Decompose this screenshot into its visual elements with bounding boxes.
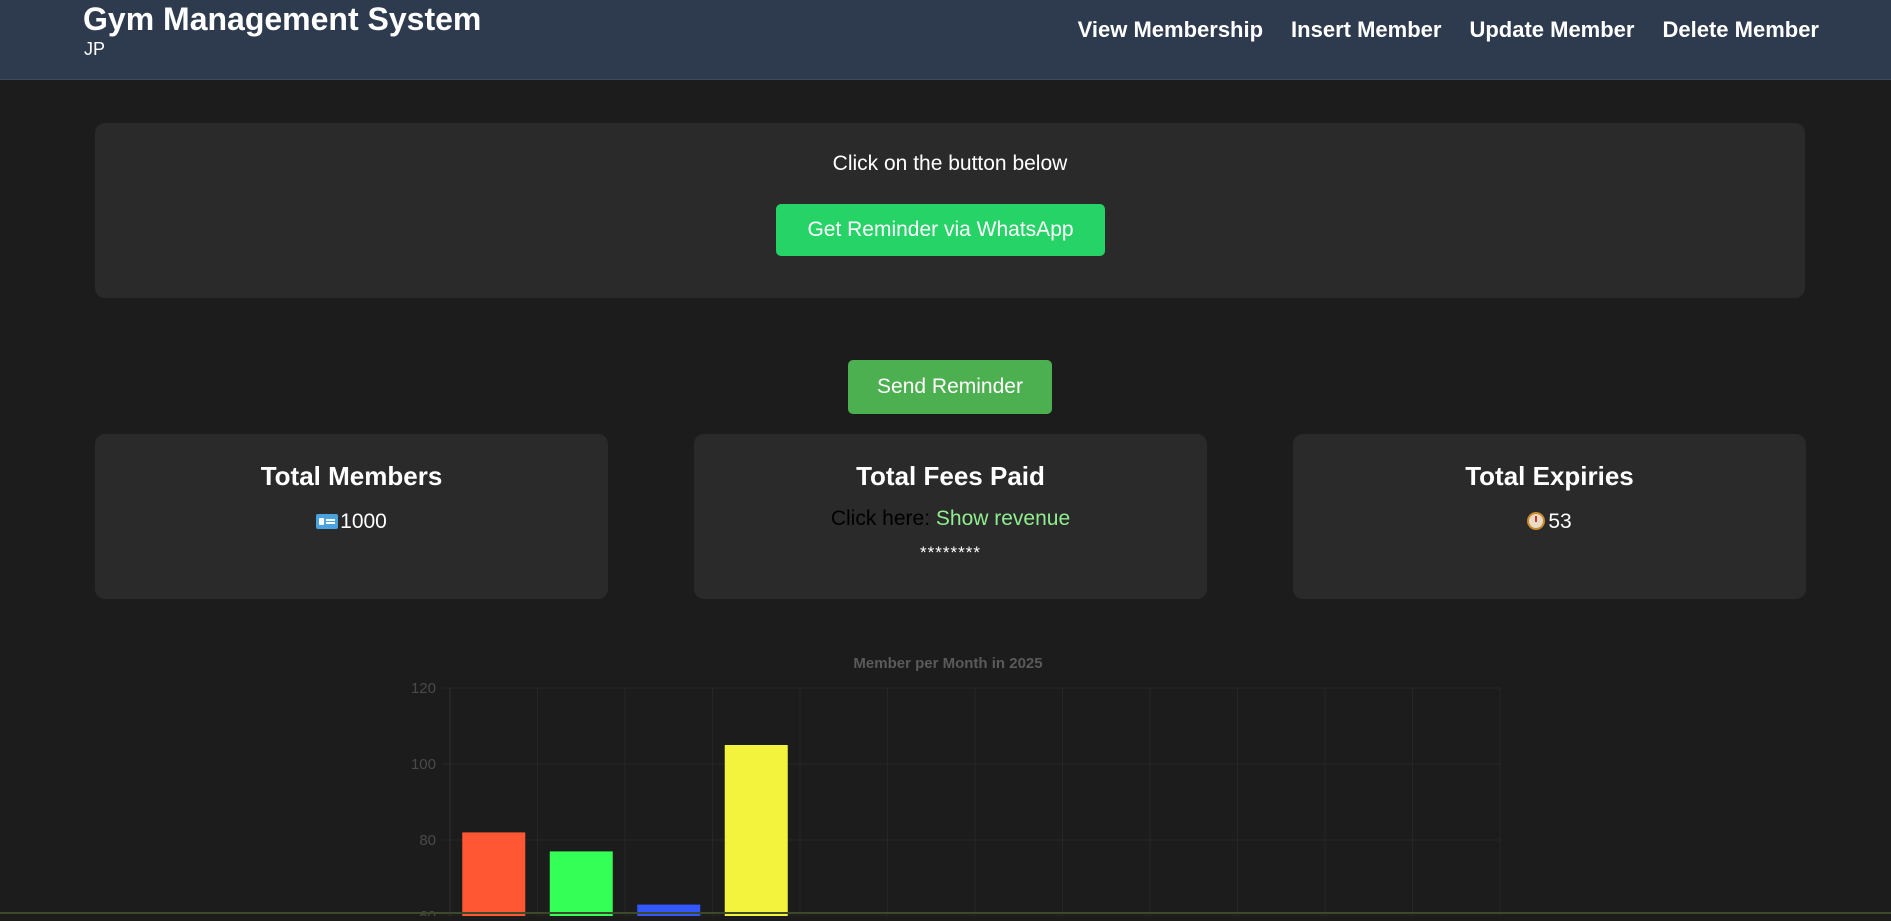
total-members-title: Total Members	[260, 461, 443, 491]
total-expiries-value: 53	[1548, 510, 1572, 533]
nav-update-member[interactable]: Update Member	[1469, 15, 1634, 45]
show-revenue-link[interactable]: Show revenue	[936, 507, 1070, 530]
members-per-month-chart: Member per Month in 20251201008060	[390, 650, 1520, 921]
fees-reveal-row: Click here: Show revenue	[694, 506, 1207, 532]
chart-y-tick-label: 120	[411, 680, 436, 697]
chart-title: Member per Month in 2025	[853, 655, 1042, 672]
reminder-instruction: Click on the button below	[832, 152, 1068, 175]
fees-masked-value: ********	[920, 543, 981, 562]
send-reminder-button[interactable]: Send Reminder	[848, 360, 1052, 414]
chart-bar-apr	[724, 745, 788, 916]
total-members-value: 1000	[340, 510, 387, 533]
total-members-card: Total Members 1000	[95, 434, 608, 599]
chart-bar-mar	[637, 904, 701, 916]
top-navbar: Gym Management System JP View Membership…	[0, 0, 1891, 80]
chart-svg: Member per Month in 20251201008060	[411, 655, 1501, 921]
chart-bar-jan	[462, 832, 526, 916]
app-subtitle: JP	[84, 39, 106, 59]
app-title: Gym Management System	[83, 1, 482, 37]
nav-view-membership[interactable]: View Membership	[1078, 15, 1263, 45]
id-card-icon	[316, 514, 339, 529]
total-expiries-card: Total Expiries 53	[1293, 434, 1806, 599]
nav-insert-member[interactable]: Insert Member	[1291, 15, 1441, 45]
total-fees-title: Total Fees Paid	[856, 461, 1045, 491]
reminder-panel: Click on the button below Get Reminder v…	[95, 123, 1805, 298]
page-bottom-divider	[0, 912, 1891, 914]
chart-bar-feb	[549, 851, 613, 916]
total-members-value-row: 1000	[95, 509, 608, 535]
whatsapp-reminder-button[interactable]: Get Reminder via WhatsApp	[776, 204, 1105, 256]
clock-icon	[1527, 512, 1546, 530]
fees-prompt: Click here:	[830, 507, 931, 530]
chart-y-tick-label: 80	[419, 832, 436, 849]
nav-menu: View Membership Insert Member Update Mem…	[1078, 15, 1819, 45]
total-expiries-title: Total Expiries	[1465, 461, 1634, 491]
chart-y-tick-label: 100	[411, 756, 436, 773]
total-expiries-value-row: 53	[1293, 509, 1806, 535]
nav-delete-member[interactable]: Delete Member	[1662, 15, 1819, 45]
total-fees-card: Total Fees Paid Click here: Show revenue…	[694, 434, 1207, 599]
